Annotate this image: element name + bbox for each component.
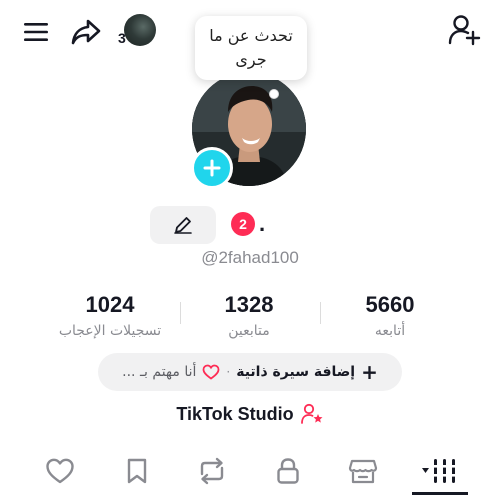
notification-badge[interactable]: 2 — [231, 212, 255, 236]
story-avatar — [124, 14, 156, 46]
creator-star-icon — [300, 403, 323, 424]
story-count: 3 — [118, 30, 126, 46]
tab-videos[interactable] — [420, 454, 460, 488]
plus-icon — [203, 159, 221, 177]
stat-followers-value: 1328 — [224, 292, 274, 317]
stat-following[interactable]: 5660 أتابعه — [320, 292, 460, 342]
pencil-icon — [174, 217, 192, 234]
stat-following-label: أتابعه — [374, 323, 406, 339]
stat-likes[interactable]: 1024 تسجيلات الإعجاب — [40, 292, 180, 342]
share-icon — [71, 19, 101, 45]
menu-icon — [24, 23, 48, 41]
add-bio-label[interactable]: إضافة سيرة ذاتية — [236, 364, 355, 380]
tab-favorites[interactable] — [117, 454, 157, 488]
tab-shop[interactable] — [343, 454, 383, 488]
bookmark-icon — [127, 458, 147, 484]
tiktok-studio-label: TikTok Studio — [176, 403, 294, 424]
heart-outline-icon — [202, 364, 220, 380]
grid-icon — [422, 459, 458, 483]
share-button[interactable] — [68, 14, 104, 50]
story-avatar-group[interactable]: 3 — [118, 14, 156, 48]
tab-liked[interactable] — [40, 454, 80, 488]
tooltip-pointer — [269, 89, 279, 99]
tab-reposts[interactable] — [192, 454, 232, 488]
tab-private[interactable] — [268, 454, 308, 488]
menu-button[interactable] — [20, 16, 52, 48]
stat-likes-label: تسجيلات الإعجاب — [58, 323, 162, 339]
stat-followers[interactable]: 1328 متابعين — [179, 292, 319, 342]
shop-icon — [348, 459, 378, 484]
stat-followers-label: متابعين — [228, 323, 270, 339]
stat-likes-value: 1024 — [85, 292, 135, 317]
lock-icon — [277, 458, 299, 484]
active-tab-indicator — [412, 492, 468, 495]
bio-pill[interactable]: + إضافة سيرة ذاتية · أنا مهتم بـ ... — [98, 353, 402, 391]
add-friend-button[interactable] — [444, 12, 484, 48]
tooltip-line-1: تحدث عن ما — [209, 26, 293, 45]
interests-label[interactable]: أنا مهتم بـ ... — [122, 364, 196, 380]
add-bio-plus-icon: + — [361, 360, 378, 384]
add-story-button[interactable] — [191, 147, 233, 189]
tiktok-studio-link[interactable]: TikTok Studio — [160, 403, 340, 425]
edit-profile-button[interactable] — [150, 206, 216, 244]
heart-icon — [46, 458, 74, 484]
bio-separator: · — [226, 365, 231, 379]
stat-following-value: 5660 — [365, 292, 415, 317]
note-tooltip[interactable]: تحدث عن ما جرى — [195, 16, 307, 80]
display-name: . — [259, 211, 266, 236]
tooltip-line-2: جرى — [235, 50, 267, 69]
repost-icon — [200, 457, 224, 485]
profile-tab-bar — [0, 448, 500, 496]
username[interactable]: @2fahad100 — [160, 248, 340, 268]
add-user-icon — [448, 15, 481, 46]
